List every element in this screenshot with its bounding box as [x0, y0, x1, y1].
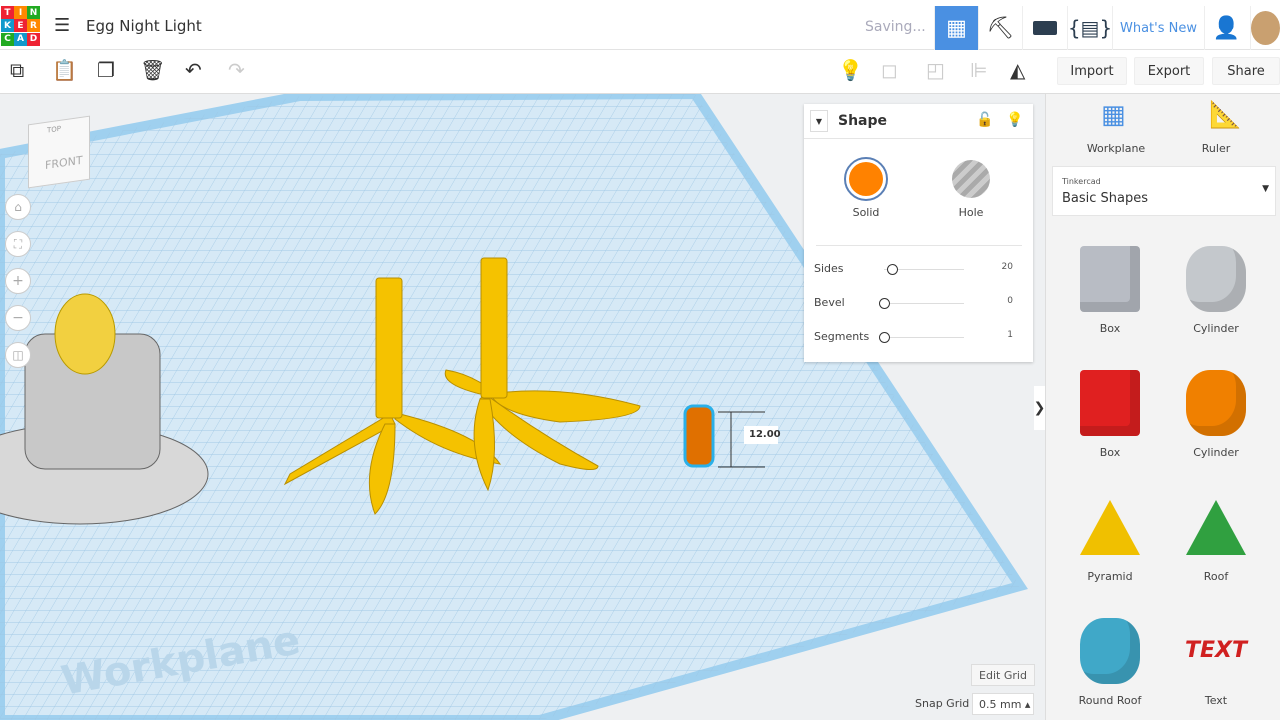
design-list-icon[interactable]: ☰	[54, 17, 70, 35]
add-user-icon[interactable]: 👤	[1204, 6, 1248, 50]
shape-thumbnail	[1166, 364, 1266, 442]
avatar[interactable]	[1250, 6, 1280, 50]
undo-icon[interactable]: ↶	[185, 60, 202, 80]
bricks-icon[interactable]	[1022, 6, 1067, 50]
param-label: Segments	[814, 330, 870, 343]
shape-label: Round Roof	[1078, 694, 1142, 707]
shape-cylinder[interactable]: Cylinder	[1166, 364, 1266, 459]
shape-roof[interactable]: Roof	[1166, 488, 1266, 583]
ungroup-icon[interactable]: ◰	[926, 60, 945, 80]
share-button[interactable]: Share	[1212, 57, 1280, 85]
snap-grid-select[interactable]: 0.5 mm ▴	[972, 693, 1034, 715]
library-source: Tinkercad	[1062, 177, 1101, 186]
whats-new-link[interactable]: What's New	[1112, 6, 1204, 50]
slider-handle[interactable]	[879, 332, 890, 343]
shape-thumbnail	[1060, 612, 1160, 690]
collapse-sidebar-button[interactable]: ❯	[1034, 386, 1045, 430]
library-select[interactable]: Tinkercad Basic Shapes ▼	[1052, 166, 1276, 216]
shape-label: Text	[1204, 694, 1228, 707]
lock-icon[interactable]: 🔓	[976, 113, 993, 127]
solid-option[interactable]	[844, 157, 888, 201]
shape-box[interactable]: Box	[1060, 364, 1160, 459]
param-value[interactable]: 0	[1007, 296, 1013, 307]
library-name: Basic Shapes	[1062, 191, 1149, 206]
shape-label: Box	[1099, 446, 1121, 459]
tinkercad-logo[interactable]: TIN KER CAD	[1, 6, 41, 46]
shape-label: Pyramid	[1087, 570, 1133, 583]
slider-handle[interactable]	[887, 264, 898, 275]
shape-thumbnail	[1166, 488, 1266, 566]
group-icon[interactable]: ◻	[881, 60, 898, 80]
paste-icon[interactable]: 📋	[52, 60, 77, 80]
param-value[interactable]: 1	[1007, 330, 1013, 341]
view-cube-front: FRONT	[45, 153, 83, 172]
lightbulb-icon[interactable]: 💡	[838, 60, 863, 80]
hole-option[interactable]	[952, 160, 990, 198]
shape-cylinder[interactable]: Cylinder	[1166, 240, 1266, 335]
ruler-icon[interactable]: 📐	[1209, 102, 1241, 128]
lightbulb-icon[interactable]: 💡	[1006, 113, 1023, 127]
top-bar: TIN KER CAD ☰ Egg Night Light Saving... …	[0, 0, 1280, 50]
home-view-icon[interactable]: ⌂	[5, 194, 31, 220]
shape-label: Cylinder	[1193, 446, 1239, 459]
edit-grid-button[interactable]: Edit Grid	[971, 664, 1035, 686]
shape-thumbnail	[1060, 488, 1160, 566]
shape-box[interactable]: Box	[1060, 240, 1160, 335]
zoom-in-icon[interactable]: +	[5, 268, 31, 294]
mirror-icon[interactable]: ◭	[1010, 60, 1025, 80]
solid-label: Solid	[852, 206, 880, 219]
codeblocks-icon[interactable]: {▤}	[1067, 6, 1112, 50]
shape-round-roof[interactable]: Round Roof	[1060, 612, 1160, 707]
hole-label: Hole	[958, 206, 984, 219]
param-label: Bevel	[814, 296, 845, 309]
3d-view-button[interactable]: ▦	[934, 6, 978, 50]
param-slider[interactable]	[879, 298, 964, 309]
shape-pyramid[interactable]: Pyramid	[1060, 488, 1160, 583]
collapse-panel-button[interactable]: ▼	[810, 110, 828, 132]
ortho-view-icon[interactable]: ◫	[5, 342, 31, 368]
panel-title: Shape	[838, 113, 888, 129]
shape-label: Box	[1099, 322, 1121, 335]
zoom-out-icon[interactable]: −	[5, 305, 31, 331]
snap-grid-value: 0.5 mm	[979, 698, 1022, 711]
redo-icon[interactable]: ↷	[228, 60, 245, 80]
import-button[interactable]: Import	[1057, 57, 1127, 85]
workplane-icon[interactable]: ▦	[1101, 102, 1126, 128]
export-button[interactable]: Export	[1134, 57, 1204, 85]
shape-thumbnail	[1166, 240, 1266, 318]
chevron-down-icon: ▼	[1262, 184, 1269, 194]
shape-thumbnail	[1060, 240, 1160, 318]
duplicate-icon[interactable]: ❐	[97, 60, 115, 80]
ruler-button[interactable]: Ruler	[1186, 142, 1246, 155]
slider-handle[interactable]	[879, 298, 890, 309]
fit-view-icon[interactable]: ⛶	[5, 231, 31, 257]
copy-icon[interactable]: ⧉	[10, 60, 24, 80]
design-title[interactable]: Egg Night Light	[86, 17, 202, 35]
pickaxe-icon[interactable]: ⛏	[978, 6, 1022, 50]
shape-inspector: ▼ Shape 🔓 💡 Solid Hole Sides 20 Bevel 0 …	[804, 104, 1033, 362]
save-status: Saving...	[865, 19, 926, 35]
shape-thumbnail: TEXT	[1184, 638, 1247, 663]
height-dimension[interactable]: 12.00	[749, 429, 781, 440]
shape-label: Roof	[1203, 570, 1229, 583]
workplane-button[interactable]: Workplane	[1076, 142, 1156, 155]
snap-grid-label: Snap Grid	[915, 697, 970, 710]
view-cube-top: TOP	[47, 124, 62, 135]
shape-label: Cylinder	[1193, 322, 1239, 335]
param-label: Sides	[814, 262, 844, 275]
shape-text[interactable]: TEXT Text	[1166, 612, 1266, 708]
param-slider[interactable]	[879, 332, 964, 343]
param-value[interactable]: 20	[1002, 262, 1013, 273]
align-icon[interactable]: ⊫	[970, 60, 987, 80]
shapes-sidebar: ▦ Workplane 📐 Ruler Tinkercad Basic Shap…	[1045, 94, 1280, 720]
view-cube[interactable]: TOP FRONT	[28, 115, 90, 189]
delete-icon[interactable]: 🗑	[140, 60, 165, 80]
shape-thumbnail	[1060, 364, 1160, 442]
param-slider[interactable]	[884, 264, 964, 275]
